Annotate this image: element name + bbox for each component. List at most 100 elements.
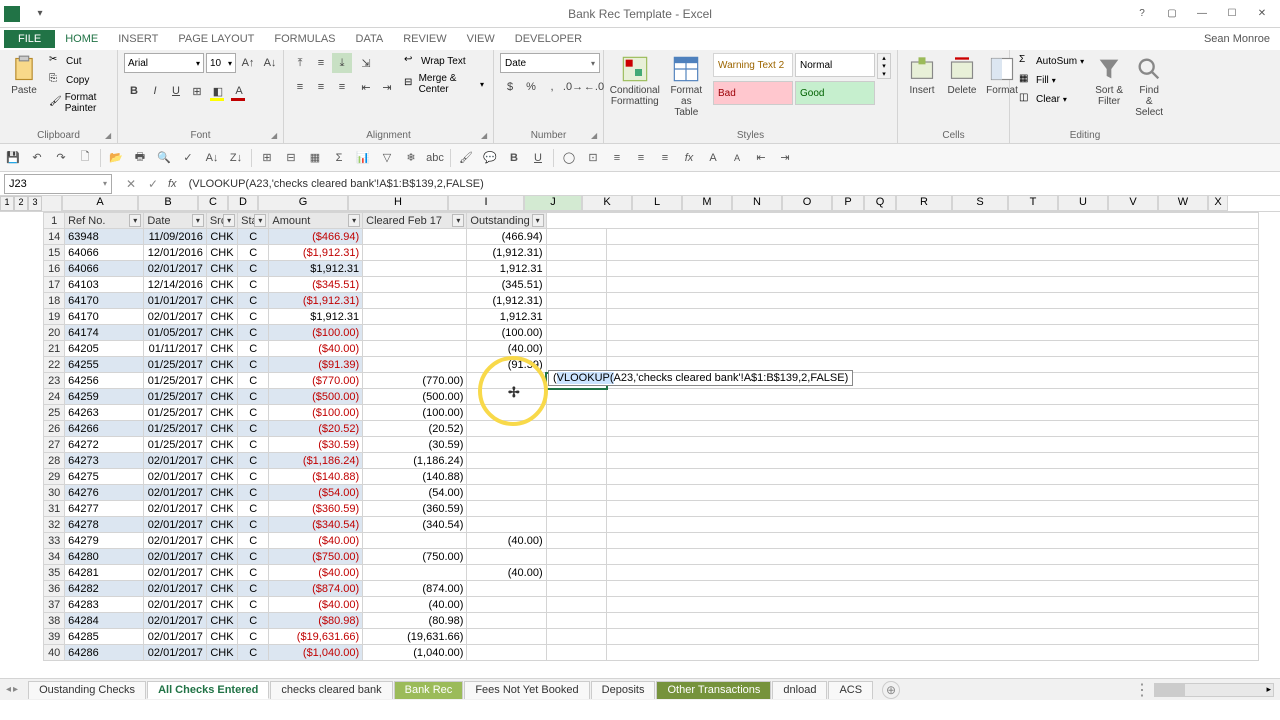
new-icon[interactable]: 🗋 [76,149,94,167]
insert-rows-icon[interactable]: ⊞ [258,149,276,167]
row-header[interactable]: 25 [44,405,65,421]
sheet-tab-oustanding-checks[interactable]: Oustanding Checks [28,681,146,699]
cut-button[interactable]: ✂Cut [46,53,111,69]
table-row[interactable]: 346428002/01/2017CHKC($750.00)(750.00) [0,549,1280,565]
border-button[interactable]: ⊞ [187,81,207,101]
fx-qat-icon[interactable]: fx [680,149,698,167]
font-big-icon[interactable]: A [704,149,722,167]
table-row[interactable]: 406428602/01/2017CHKC($1,040.00)(1,040.0… [0,645,1280,661]
conditional-formatting-button[interactable]: Conditional Formatting [610,53,660,109]
comment-icon[interactable]: 💬 [481,149,499,167]
style-warning[interactable]: Warning Text 2 [713,53,793,77]
autosum-button[interactable]: ΣAutoSum ▾ [1016,53,1087,69]
delete-rows-icon[interactable]: ⊟ [282,149,300,167]
column-header-I[interactable]: I [448,196,524,211]
formula-input[interactable]: (VLOOKUP(A23,'checks cleared bank'!A$1:B… [185,178,1280,190]
sort-asc-icon[interactable]: A↓ [203,149,221,167]
row-header[interactable]: 32 [44,517,65,533]
decrease-font-icon[interactable]: A↓ [260,53,280,73]
row-header[interactable]: 30 [44,485,65,501]
filter-outstanding[interactable]: Outstanding [467,213,546,229]
column-header-O[interactable]: O [782,196,832,211]
table-row[interactable]: 296427502/01/2017CHKC($140.88)(140.88) [0,469,1280,485]
percent-format-icon[interactable]: % [521,77,541,97]
fx-icon[interactable]: fx [168,178,185,190]
align-l-qat-icon[interactable]: ≡ [608,149,626,167]
row-header[interactable]: 24 [44,389,65,405]
sheet-tab-all-checks-entered[interactable]: All Checks Entered [147,681,269,699]
decrease-indent-icon[interactable]: ⇤ [356,77,376,97]
sheet-tab-bank-rec[interactable]: Bank Rec [394,681,464,699]
tab-nav-first-icon[interactable]: ◂ [6,684,11,695]
menu-tab-developer[interactable]: DEVELOPER [505,30,592,48]
font-name-select[interactable]: Arial▾ [124,53,204,73]
column-header-A[interactable]: A [62,196,138,211]
row-header[interactable]: 27 [44,437,65,453]
merge-center-button[interactable]: ⊟Merge & Center ▾ [401,72,487,96]
menu-tab-data[interactable]: DATA [346,30,394,48]
redo-icon[interactable]: ↷ [52,149,70,167]
row-header[interactable]: 40 [44,645,65,661]
table-row[interactable]: 176410312/14/2016CHKC($345.51)(345.51) [0,277,1280,293]
close-icon[interactable]: ✕ [1248,4,1276,24]
menu-tab-home[interactable]: HOME [55,30,108,48]
horizontal-scrollbar[interactable]: ◂ ▸ [1154,683,1274,697]
indent-r-icon[interactable]: ⇥ [776,149,794,167]
spreadsheet-grid[interactable]: 1 Ref No. Date Src Stat Amount Cleared F… [0,212,1280,678]
row-header[interactable]: 38 [44,613,65,629]
enter-formula-icon[interactable]: ✓ [144,175,162,193]
row-header[interactable]: 15 [44,245,65,261]
column-header-S[interactable]: S [952,196,1008,211]
fill-color-button[interactable]: ◧ [208,81,228,101]
column-header-M[interactable]: M [682,196,732,211]
increase-font-icon[interactable]: A↑ [238,53,258,73]
chart-icon[interactable]: 📊 [354,149,372,167]
fill-button[interactable]: ▦Fill ▾ [1016,72,1087,88]
row-header[interactable]: 39 [44,629,65,645]
column-header-C[interactable]: C [198,196,228,211]
table-row[interactable]: 166406602/01/2017CHKC$1,912.311,912.31 [0,261,1280,277]
filter-ref[interactable]: Ref No. [65,213,144,229]
menu-tab-review[interactable]: REVIEW [393,30,456,48]
style-good[interactable]: Good [795,81,875,105]
table-row[interactable]: 386428402/01/2017CHKC($80.98)(80.98) [0,613,1280,629]
row-header[interactable]: 17 [44,277,65,293]
column-header-W[interactable]: W [1158,196,1208,211]
column-header-J[interactable]: J [524,196,582,211]
row-header[interactable]: 31 [44,501,65,517]
paint-icon[interactable]: 🖌 [457,149,475,167]
freeze-icon[interactable]: ❄ [402,149,420,167]
align-top-icon[interactable]: ⤒ [290,53,310,73]
sort-filter-button[interactable]: Sort & Filter [1091,53,1127,109]
table-row[interactable]: 286427302/01/2017CHKC($1,186.24)(1,186.2… [0,453,1280,469]
font-color-button[interactable]: A [229,81,249,101]
clear-button[interactable]: ◫Clear ▾ [1016,91,1087,107]
align-bottom-icon[interactable]: ⤓ [332,53,352,73]
help-icon[interactable]: ? [1128,4,1156,24]
column-header-D[interactable]: D [228,196,258,211]
table-row[interactable]: 146394811/09/2016CHKC($466.94)(466.94) [0,229,1280,245]
format-painter-button[interactable]: 🖌Format Painter [46,91,111,115]
save-icon[interactable]: 💾 [4,149,22,167]
paste-button[interactable]: Paste [6,53,42,98]
menu-tab-view[interactable]: VIEW [457,30,505,48]
bold-button[interactable]: B [124,81,144,101]
insert-cells-button[interactable]: Insert [904,53,940,98]
row-header[interactable]: 22 [44,357,65,373]
table-row[interactable]: 306427602/01/2017CHKC($54.00)(54.00) [0,485,1280,501]
column-header-V[interactable]: V [1108,196,1158,211]
row-header[interactable]: 1 [44,213,65,229]
copy-button[interactable]: ⎘Copy [46,72,111,88]
row-header[interactable]: 33 [44,533,65,549]
maximize-icon[interactable]: ☐ [1218,4,1246,24]
qat-dropdown-icon[interactable]: ▾ [26,4,54,24]
table-row[interactable]: 186417001/01/2017CHKC($1,912.31)(1,912.3… [0,293,1280,309]
bold-qat-icon[interactable]: B [505,149,523,167]
menu-tab-page-layout[interactable]: PAGE LAYOUT [168,30,264,48]
find-select-button[interactable]: Find & Select [1131,53,1167,120]
sheet-tab-fees-not-yet-booked[interactable]: Fees Not Yet Booked [464,681,589,699]
sheet-tab-other-transactions[interactable]: Other Transactions [656,681,771,699]
italic-button[interactable]: I [145,81,165,101]
table-row[interactable]: 156406612/01/2016CHKC($1,912.31)(1,912.3… [0,245,1280,261]
row-header[interactable]: 28 [44,453,65,469]
